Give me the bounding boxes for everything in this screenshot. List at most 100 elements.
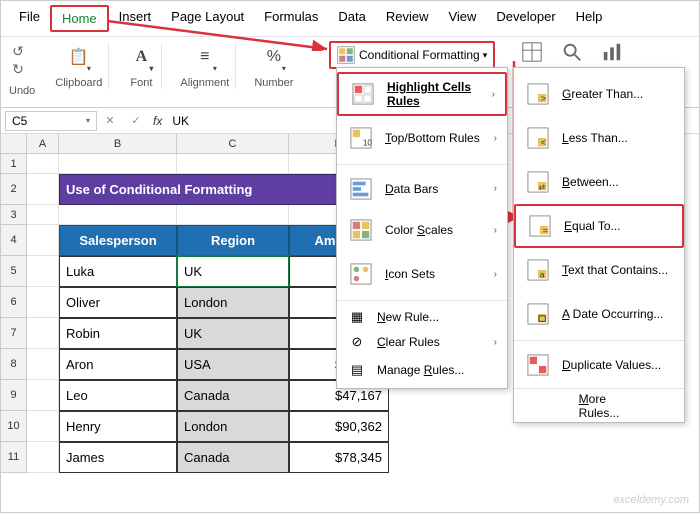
name-box[interactable]: C5 ▾ xyxy=(5,111,97,131)
menu-label: Icon Sets xyxy=(385,267,494,281)
menu-text-contains[interactable]: a Text that Contains... xyxy=(514,248,684,292)
svg-text:10: 10 xyxy=(363,138,372,147)
greater-than-icon: > xyxy=(524,80,552,108)
cell[interactable]: London xyxy=(177,411,289,442)
menu-greater-than[interactable]: > Greater Than... xyxy=(514,72,684,116)
menu-top-bottom-rules[interactable]: 10 TTop/Bottom Rulesop/Bottom Rules › xyxy=(337,116,507,160)
name-box-value: C5 xyxy=(12,114,27,128)
row-header[interactable]: 5 xyxy=(1,256,27,287)
menu-less-than[interactable]: < Less Than... xyxy=(514,116,684,160)
new-rule-icon: ▦ xyxy=(347,307,367,327)
row-header[interactable]: 6 xyxy=(1,287,27,318)
highlight-rules-submenu: > Greater Than... < Less Than... ⇄ Betwe… xyxy=(513,67,685,423)
cell[interactable]: Luka xyxy=(59,256,177,287)
text-contains-icon: a xyxy=(524,256,552,284)
menu-developer[interactable]: Developer xyxy=(486,5,565,32)
cell[interactable]: $90,362 xyxy=(289,411,389,442)
menu-duplicate-values[interactable]: Duplicate Values... xyxy=(514,340,684,384)
header-region[interactable]: Region xyxy=(177,225,289,256)
fx-icon[interactable]: fx xyxy=(153,114,162,128)
clipboard-icon[interactable]: 📋▾ xyxy=(65,43,93,71)
menubar: File Home Insert Page Layout Formulas Da… xyxy=(1,1,699,37)
menu-page-layout[interactable]: Page Layout xyxy=(161,5,254,32)
menu-date-occurring[interactable]: A Date Occurring... xyxy=(514,292,684,336)
menu-file[interactable]: File xyxy=(9,5,50,32)
conditional-formatting-button[interactable]: Conditional Formatting ▾ xyxy=(329,41,495,69)
menu-label: Clear Rules xyxy=(377,335,494,349)
svg-text:>: > xyxy=(541,93,546,103)
row-header[interactable]: 4 xyxy=(1,225,27,256)
undo-icon[interactable]: ↺ xyxy=(12,43,32,61)
data-bars-icon xyxy=(347,175,375,203)
menu-more-rules[interactable]: More Rules... xyxy=(514,388,684,418)
cell[interactable]: Canada xyxy=(177,442,289,473)
row-header[interactable]: 9 xyxy=(1,380,27,411)
alignment-icon[interactable]: ≡▾ xyxy=(191,43,219,71)
cell[interactable]: James xyxy=(59,442,177,473)
menu-clear-rules[interactable]: ⊘ Clear Rules › xyxy=(337,328,507,356)
corner-cell[interactable] xyxy=(1,134,27,154)
menu-formulas[interactable]: Formulas xyxy=(254,5,328,32)
between-icon: ⇄ xyxy=(524,168,552,196)
color-scales-icon xyxy=(347,216,375,244)
analyze-icon[interactable] xyxy=(601,41,623,63)
cancel-formula-icon[interactable]: ✕ xyxy=(99,111,121,131)
cell[interactable]: Robin xyxy=(59,318,177,349)
row-header[interactable]: 10 xyxy=(1,411,27,442)
menu-view[interactable]: View xyxy=(438,5,486,32)
cell[interactable]: Henry xyxy=(59,411,177,442)
row-header[interactable]: 8 xyxy=(1,349,27,380)
cell[interactable]: $78,345 xyxy=(289,442,389,473)
cell-selected[interactable]: UK xyxy=(177,256,289,287)
row-header[interactable]: 11 xyxy=(1,442,27,473)
date-icon xyxy=(524,300,552,328)
row-header[interactable]: 1 xyxy=(1,154,27,174)
redo-icon[interactable]: ↻ xyxy=(12,61,32,79)
icon-sets-icon xyxy=(347,260,375,288)
header-salesperson[interactable]: Salesperson xyxy=(59,225,177,256)
clear-rules-icon: ⊘ xyxy=(347,332,367,352)
menu-label: Duplicate Values... xyxy=(562,358,674,372)
menu-data-bars[interactable]: Data Bars › xyxy=(337,164,507,208)
row-header[interactable]: 2 xyxy=(1,174,27,205)
cell[interactable]: UK xyxy=(177,318,289,349)
row-header[interactable]: 7 xyxy=(1,318,27,349)
cell[interactable]: Oliver xyxy=(59,287,177,318)
menu-label: TTop/Bottom Rulesop/Bottom Rules xyxy=(385,131,494,145)
menu-insert[interactable]: Insert xyxy=(109,5,162,32)
cell[interactable]: Aron xyxy=(59,349,177,380)
col-header[interactable]: B xyxy=(59,134,177,154)
menu-color-scales[interactable]: Color Scales › xyxy=(337,208,507,252)
cell[interactable]: Canada xyxy=(177,380,289,411)
cell[interactable]: London xyxy=(177,287,289,318)
menu-equal-to[interactable]: = Equal To... xyxy=(514,204,684,248)
number-icon[interactable]: %▾ xyxy=(260,43,288,71)
menu-label: Equal To... xyxy=(564,219,672,233)
menu-highlight-cells-rules[interactable]: Highlight Cells Rules › xyxy=(337,72,507,116)
menu-review[interactable]: Review xyxy=(376,5,439,32)
cell[interactable]: USA xyxy=(177,349,289,380)
menu-help[interactable]: Help xyxy=(566,5,613,32)
enter-formula-icon[interactable]: ✓ xyxy=(125,111,147,131)
menu-data[interactable]: Data xyxy=(328,5,375,32)
chevron-right-icon: › xyxy=(494,133,497,144)
row-header[interactable]: 3 xyxy=(1,205,27,225)
column-headers: A B C D xyxy=(27,134,389,154)
chevron-down-icon: ▾ xyxy=(86,116,90,125)
menu-label: Highlight Cells Rules xyxy=(387,80,492,108)
svg-text:⇄: ⇄ xyxy=(539,182,545,191)
col-header[interactable]: A xyxy=(27,134,59,154)
menu-icon-sets[interactable]: Icon Sets › xyxy=(337,252,507,296)
col-header[interactable]: C xyxy=(177,134,289,154)
menu-between[interactable]: ⇄ Between... xyxy=(514,160,684,204)
manage-rules-icon: ▤ xyxy=(347,360,367,380)
search-icon[interactable] xyxy=(561,41,583,63)
menu-home[interactable]: Home xyxy=(50,5,109,32)
menu-new-rule[interactable]: ▦ New Rule... xyxy=(337,300,507,328)
table-icon[interactable] xyxy=(521,41,543,63)
cell[interactable]: Leo xyxy=(59,380,177,411)
watermark: exceldemy.com xyxy=(613,494,689,506)
menu-manage-rules[interactable]: ▤ Manage Rules... xyxy=(337,356,507,384)
menu-label: Color Scales xyxy=(385,223,494,237)
font-icon[interactable]: A▾ xyxy=(127,43,155,71)
